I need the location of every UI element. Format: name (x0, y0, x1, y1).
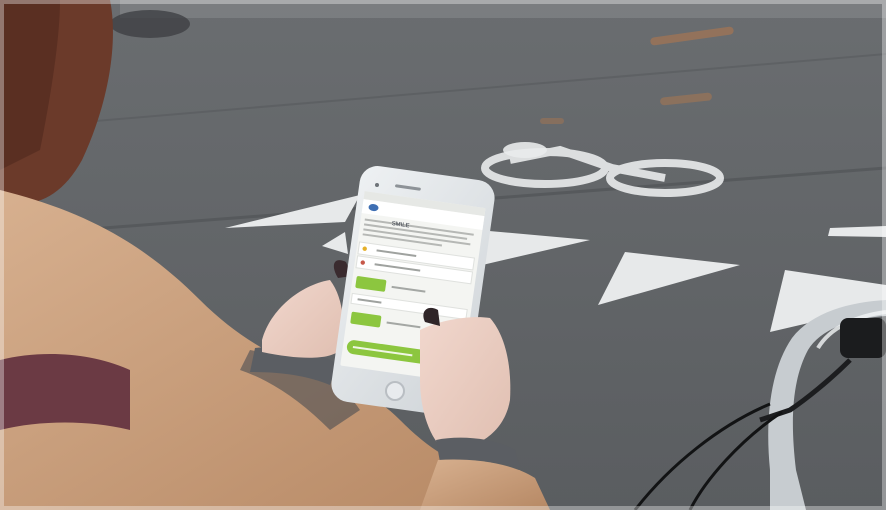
bag-strap (0, 354, 130, 430)
orange-road-mark-3 (540, 118, 564, 124)
bike-grip (840, 318, 886, 358)
front-camera (375, 183, 379, 187)
photo-canvas (0, 0, 886, 514)
street-photo-scene: SMILE (0, 0, 886, 514)
home-button (385, 381, 405, 401)
blurred-car-wheel (110, 10, 190, 38)
bike-symbol-rider (503, 142, 547, 158)
